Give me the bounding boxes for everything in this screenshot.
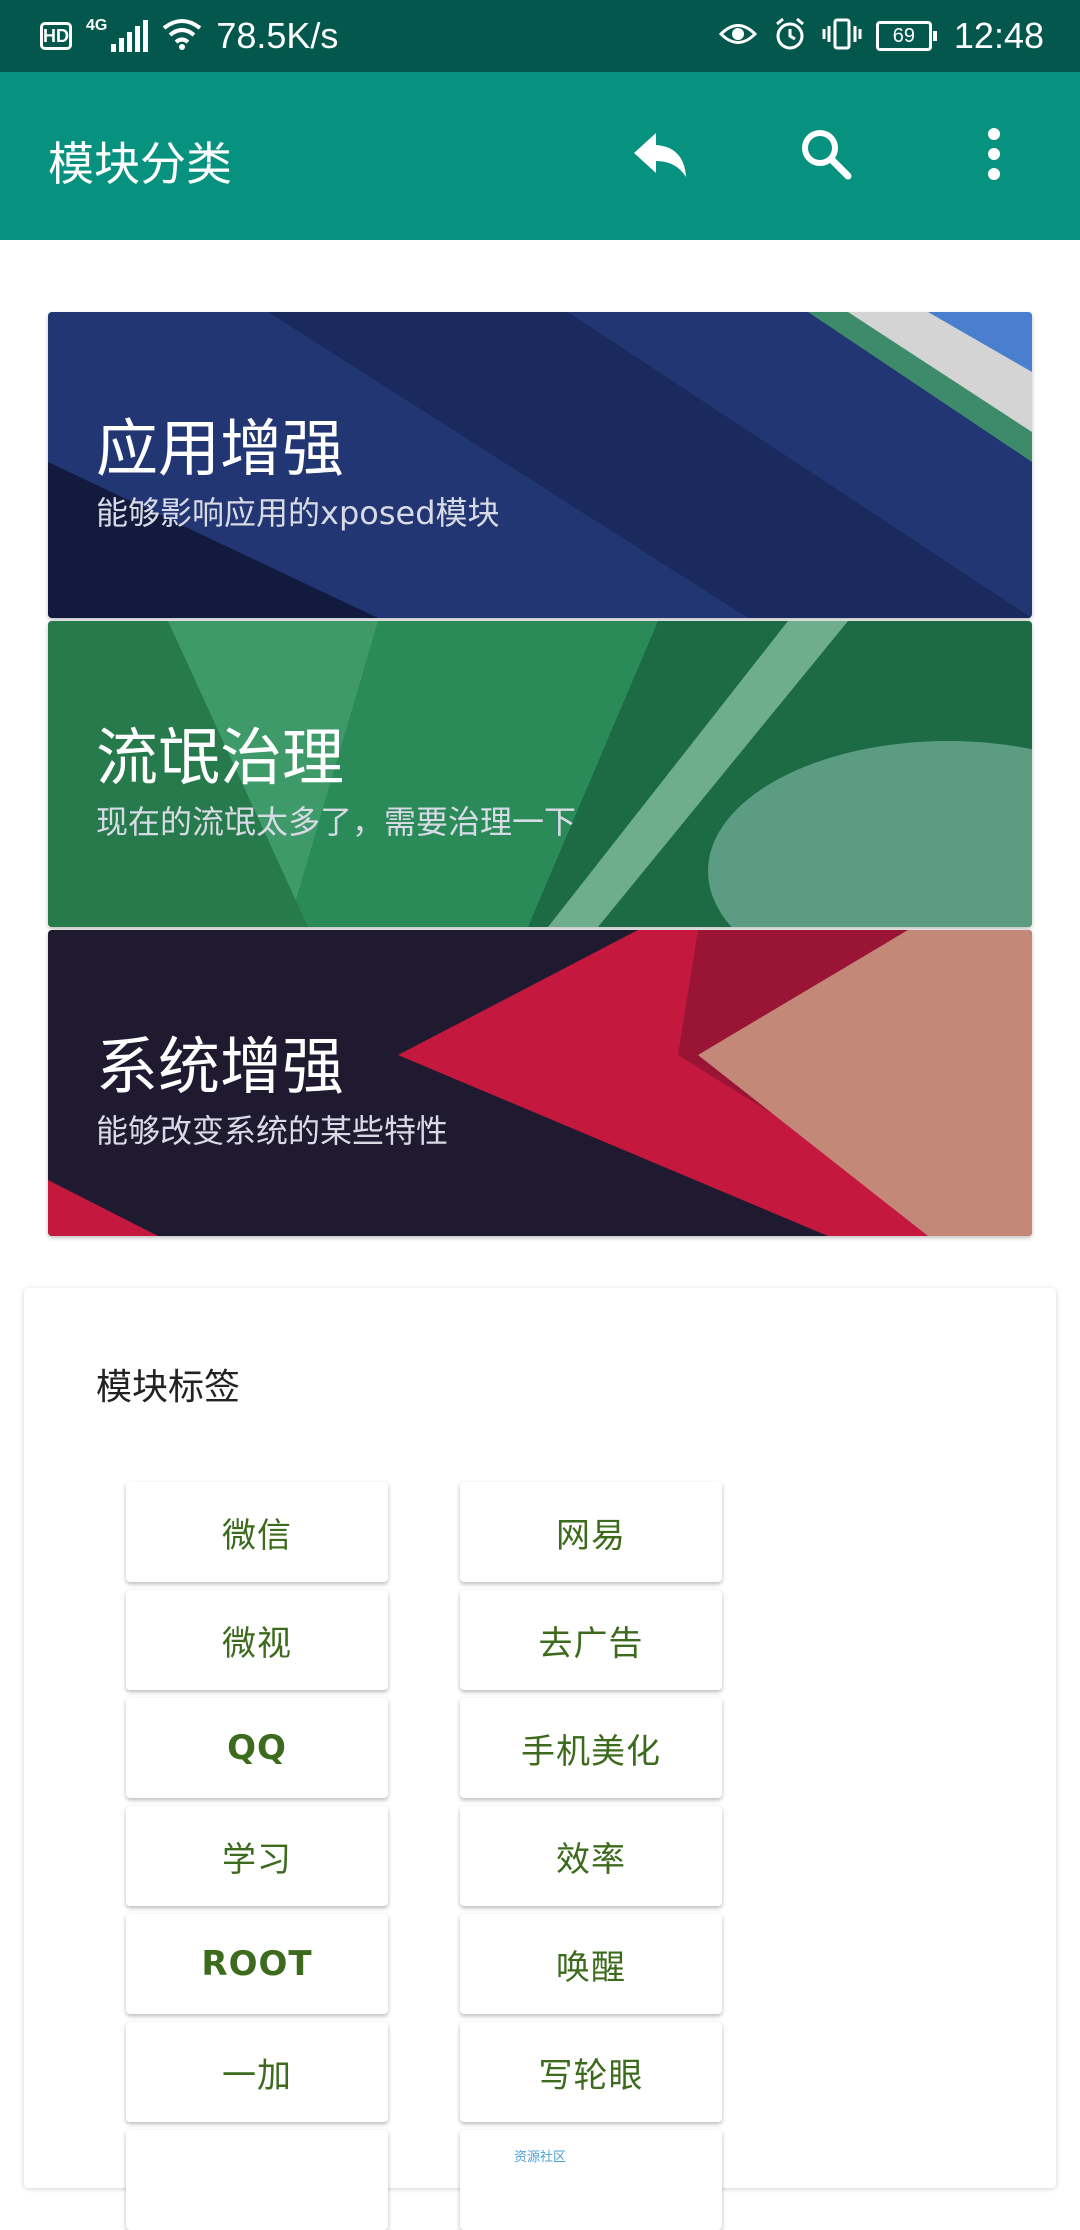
category-title: 流氓治理 <box>96 721 345 794</box>
category-card-app-enhance[interactable]: 应用增强 能够影响应用的xposed模块 <box>48 312 1032 618</box>
category-list: 应用增强 能够影响应用的xposed模块 流氓治理 现在的流氓太多了，需要治理一… <box>48 312 1032 1239</box>
tag-chip[interactable]: 手机美化 <box>460 1698 722 1798</box>
tag-chip[interactable]: 写轮眼 <box>460 2022 722 2122</box>
status-bar: HD 4G 78.5K/s 69 12:48 <box>0 0 1080 72</box>
category-card-system-enhance[interactable]: 系统增强 能够改变系统的某些特性 <box>48 930 1032 1236</box>
search-icon <box>798 126 854 186</box>
category-title: 应用增强 <box>96 412 345 485</box>
tag-chip[interactable]: QQ <box>126 1698 388 1798</box>
battery-icon: 69 <box>875 21 937 51</box>
alarm-icon <box>772 16 808 57</box>
page-title: 模块分类 <box>48 137 232 191</box>
status-left: HD 4G 78.5K/s <box>40 15 338 57</box>
tag-chip-partial[interactable] <box>126 2130 388 2230</box>
tag-chip[interactable]: 一加 <box>126 2022 388 2122</box>
category-card-rogue-control[interactable]: 流氓治理 现在的流氓太多了，需要治理一下 <box>48 621 1032 927</box>
tag-chip[interactable]: ROOT <box>126 1914 388 2014</box>
network-type: 4G <box>86 17 108 34</box>
back-button[interactable] <box>616 112 704 200</box>
tag-chip[interactable]: 网易 <box>460 1482 722 1582</box>
wifi-icon <box>162 18 202 55</box>
tags-title: 模块标签 <box>96 1367 241 1408</box>
search-button[interactable] <box>782 112 870 200</box>
category-subtitle: 能够影响应用的xposed模块 <box>96 494 500 532</box>
tag-chip[interactable]: 微视 <box>126 1590 388 1690</box>
app-bar: 模块分类 <box>0 72 1080 240</box>
tag-chip[interactable]: 去广告 <box>460 1590 722 1690</box>
tag-chip[interactable]: 微信 <box>126 1482 388 1582</box>
watermark-text: 资源社区 <box>514 2150 567 2165</box>
tag-chip[interactable]: 学习 <box>126 1806 388 1906</box>
clock: 12:48 <box>953 15 1044 56</box>
more-options-button[interactable] <box>950 112 1038 200</box>
vibrate-icon <box>822 17 862 56</box>
category-subtitle: 现在的流氓太多了，需要治理一下 <box>96 803 577 841</box>
signal-icon <box>111 20 149 52</box>
category-subtitle: 能够改变系统的某些特性 <box>96 1112 449 1150</box>
tag-chip-partial[interactable] <box>460 2130 722 2230</box>
eye-icon <box>718 19 758 54</box>
category-title: 系统增强 <box>96 1030 345 1103</box>
network-speed: 78.5K/s <box>216 15 339 56</box>
status-right: 69 12:48 <box>718 15 1044 57</box>
more-vert-icon <box>986 128 1002 184</box>
tag-chip[interactable]: 效率 <box>460 1806 722 1906</box>
module-tags-panel: 模块标签 微信 网易 微视 去广告 QQ 手机美化 学习 效率 ROOT 唤醒 … <box>24 1288 1056 2230</box>
reply-icon <box>630 129 690 183</box>
tag-chip[interactable]: 唤醒 <box>460 1914 722 2014</box>
hd-icon: HD <box>40 22 72 50</box>
